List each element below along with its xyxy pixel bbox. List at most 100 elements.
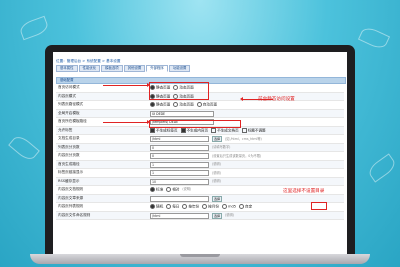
row-label: 内容页文章来源 [58,195,84,200]
row-hint: (说明) [225,213,234,217]
annotation-bottom: 这里选择不设置目录 [283,189,325,194]
text-input[interactable]: 0 [150,153,209,159]
checkbox-icon[interactable] [211,127,217,133]
settings-row: RSS缓存显示 10 (说明) [56,177,344,186]
tab-3[interactable]: 其他设置 [123,65,146,72]
option-label: 按年份 [188,204,200,209]
radio-option[interactable]: md5 [221,204,237,210]
checkbox-option[interactable]: 不生成标签页 [150,127,178,134]
settings-row: 全局开启模板 IX DEDE [56,109,344,118]
row-label: RSS缓存显示 [58,178,80,183]
radio-icon[interactable] [182,204,188,209]
radio-option[interactable]: 相对 [166,187,179,193]
option-label: 静态页面 [156,102,171,107]
text-input[interactable]: 0 [150,144,209,151]
section-title: 基础配置 [60,78,74,82]
radio-icon[interactable] [202,204,208,209]
checkbox-icon[interactable] [150,127,155,133]
option-label: 随机 [156,204,164,209]
row-label: 标签页链接显示 [58,170,84,174]
select-button[interactable]: 选择 [212,195,223,202]
row-label: 内容页列表规则 [58,204,84,208]
radio-icon[interactable] [239,204,245,209]
row-hint: (如 /html，cms_html等) [225,136,262,141]
tab-2[interactable]: 模板选项 [101,65,123,72]
text-input[interactable]: /html [150,136,209,142]
radio-icon[interactable] [173,102,179,107]
checkbox-icon[interactable] [180,127,186,133]
radio-icon[interactable] [166,187,172,192]
row-value: 10 (说明) [150,178,221,185]
annotation-arrow-2 [103,120,150,124]
option-label: 动态页面 [179,102,194,107]
radio-option[interactable]: 每日 [166,204,179,210]
select-button[interactable]: 选择 [212,136,223,142]
text-input[interactable]: /html [150,212,209,219]
tab-5[interactable]: 功能设置 [168,65,191,72]
row-label: 列表页分页数 [58,144,80,149]
row-value: 1 (说明) [150,161,221,168]
row-value: 0 (设置后只生成该数量页，0为不限) [150,153,261,159]
option-label: md5 [227,204,237,209]
row-label: 首页所在模板路径 [58,119,87,123]
tab-0[interactable]: 基本属性 [56,65,78,72]
tab-1[interactable]: 性能优化 [78,65,101,72]
text-input[interactable]: 10 [150,178,209,185]
screen: 位置：管理后台 > 系统配置 > 基本设置 基本属性 性能优化 模板选项 其他设置 外部… [53,52,347,254]
highlight-box-top [149,82,209,100]
row-label: 首页访问模式 [58,85,80,89]
row-value: /html 选择 (说明) [150,212,234,219]
row-label: 文档生成目录 [58,136,80,140]
settings-row: 文档生成目录/html 选择 (如 /html，cms_html等) [56,135,344,144]
checkbox-option[interactable]: 标题不调整 [241,127,266,134]
radio-option[interactable]: 动态页面 [173,102,194,108]
radio-option[interactable]: 按年份 [182,204,199,210]
row-label: 内容页文档规则 [58,187,84,191]
radio-icon[interactable] [221,204,227,209]
option-label: 不生成内容页 [186,128,209,132]
radio-icon[interactable] [150,204,155,209]
settings-row: 内容页文件命名规则/html 选择 (说明) [56,211,344,220]
settings-row: 内容页列表规则 随机 每日 按年份 按月份 md5 自定 [56,203,344,212]
background-leaf [365,153,399,183]
row-hint: (说明) [212,162,221,166]
checkbox-option[interactable]: 不生成内容页 [180,127,209,134]
breadcrumb: 位置：管理后台 > 系统配置 > 基本设置 [56,59,121,63]
radio-icon[interactable] [166,204,172,209]
row-hint: (说明) [212,179,221,183]
radio-option[interactable]: 静态页面 [150,102,170,108]
row-value: 0 (请填写数字) [150,144,231,151]
row-value: 选择 [150,195,223,202]
radio-option[interactable]: 自定 [239,204,252,210]
select-button[interactable]: 选择 [212,212,223,219]
settings-tabs: 基本属性 性能优化 模板选项 其他设置 外部程序 功能设置 [56,65,191,72]
radio-icon[interactable] [150,187,155,192]
row-label: 内容页分页数 [58,153,80,157]
text-input[interactable]: 1 [150,170,209,176]
radio-option[interactable]: 按月份 [202,204,219,210]
background-leaf [357,24,391,52]
checkbox-option[interactable]: 不生成文档页 [211,127,239,134]
annotation-arrow-1 [103,83,150,87]
row-label: 全局开启模板 [58,110,80,115]
radio-icon[interactable] [196,102,202,107]
checkbox-icon[interactable] [241,127,247,133]
radio-option[interactable]: 随机 [150,204,163,210]
text-input[interactable] [150,195,209,202]
option-label: 按月份 [208,204,219,209]
radio-option[interactable]: 自动页面 [196,102,218,108]
row-hint: (请填写数字) [212,145,231,149]
radio-option[interactable]: 标准 [150,187,163,193]
option-label: 标题不调整 [247,128,266,132]
row-label: 内容页文件命名规则 [58,212,91,217]
row-value: 静态页面 动态页面 自动页面 [150,102,217,108]
select-field[interactable]: IX DEDE [150,110,214,117]
settings-table: 首页访问模式 静态页面 动态页面 内容页模式 静态页面 动态页面 列表页路径模式 静态页面 动态… [56,84,344,220]
radio-icon[interactable] [150,102,155,107]
row-label: 内容页模式 [58,93,76,98]
settings-row: 列表页路径模式 静态页面 动态页面 自动页面 [56,101,344,110]
settings-row: 内容页分页数 0 (设置后只生成该数量页，0为不限) [56,152,344,161]
tab-4[interactable]: 外部程序 [146,65,168,72]
option-label: 自动页面 [202,102,218,107]
text-input[interactable]: 1 [150,161,209,168]
